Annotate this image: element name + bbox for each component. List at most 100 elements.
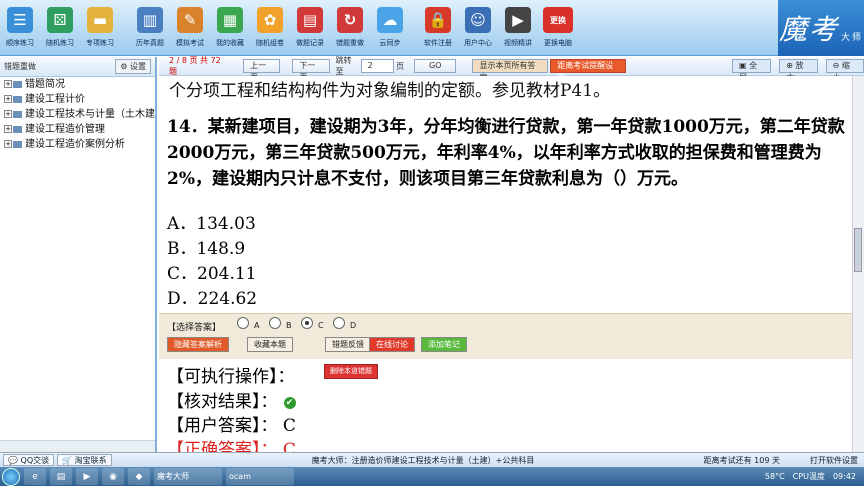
toolbar-books-button[interactable]: ▥ 历年真题	[130, 0, 170, 56]
hide-analysis-button[interactable]: 隐藏答案解析	[167, 337, 229, 352]
toolbar-computer-swap-button[interactable]: 更换 更换电脑	[538, 0, 578, 56]
user-answer-row: 【用户答案】： C	[167, 416, 296, 436]
main-toolbar: ☰ 顺序练习 ⚄ 随机练习 ▬ 专项练习 ▥ 历年真题 ✎ 模拟考试 ▦ 我的收藏 ✿ 随机组卷 ▤ 做题记录…	[0, 0, 864, 56]
left-horizontal-scrollbar[interactable]	[0, 440, 155, 452]
lock-icon: 🔒	[425, 7, 451, 33]
question-text: 14．某新建项目，建设期为3年，分年均衡进行贷款，第一年贷款1000万元，第二年…	[167, 117, 845, 189]
radio-c[interactable]	[301, 317, 313, 329]
pencil-icon: ✎	[177, 7, 203, 33]
tree-item[interactable]: + 建设工程技术与计量（土木建	[0, 107, 155, 122]
open-settings-link[interactable]: 打开软件设置	[810, 455, 858, 466]
user-icon: ☺	[465, 7, 491, 33]
grid-icon: ▦	[217, 7, 243, 33]
qq-chat-button[interactable]: 💬 QQ交谈	[3, 454, 55, 466]
radio-c-label: C	[318, 321, 324, 330]
ie-icon[interactable]: e	[24, 468, 46, 485]
category-tree: + 错题简况 + 建设工程计价 + 建设工程技术与计量（土木建 + 建设工程造价管理 + 建设工程…	[0, 77, 155, 152]
zoom-out-button[interactable]: ⊖ 缩小	[825, 59, 864, 82]
go-button[interactable]: GO	[413, 59, 457, 73]
delete-wrong-question-button[interactable]: 删除本道错题	[324, 364, 378, 379]
jump-page-input[interactable]: 2	[360, 59, 394, 73]
app-icon[interactable]: ◆	[128, 468, 150, 485]
toolbar-list-button[interactable]: ☰ 顺序练习	[0, 0, 40, 56]
question-content: 个分项工程和结构构件为对象编制的定额。参见教材P41。 14．某新建项目，建设期…	[159, 76, 852, 452]
toolbar-cloud-button[interactable]: ☁ 云同步	[370, 0, 410, 56]
cpu-temp: 58°C	[764, 472, 785, 481]
exam-reminder-button[interactable]: 距离考试提醒设置	[550, 59, 627, 82]
toolbar-flower-button[interactable]: ✿ 随机组卷	[250, 0, 290, 56]
toolbar-folder-button[interactable]: ▬ 专项练习	[80, 0, 120, 56]
toolbar-grid-button[interactable]: ▦ 我的收藏	[210, 0, 250, 56]
left-panel-header: 错题重做 ⚙ 设置	[0, 57, 155, 77]
page-info: 2 / 8 页 共 72 题	[169, 56, 221, 76]
toolbar-item-label: 视频精讲	[504, 39, 532, 47]
toolbar-item-label: 我的收藏	[216, 39, 244, 47]
toolbar-item-label: 随机组卷	[256, 39, 284, 47]
radio-b-label: B	[286, 321, 292, 330]
option-d: D．224.62	[167, 289, 258, 309]
tree-item[interactable]: + 建设工程造价管理	[0, 122, 155, 137]
expand-icon[interactable]: +	[4, 110, 12, 118]
expand-icon[interactable]: +	[4, 125, 12, 133]
flower-icon: ✿	[257, 7, 283, 33]
feedback-button[interactable]: 错题反馈	[325, 337, 371, 352]
add-note-button[interactable]: 添加笔记	[421, 337, 467, 352]
cpu-temp-label: CPU温度	[792, 472, 825, 481]
toolbar-item-label: 专项练习	[86, 39, 114, 47]
toolbar-item-label: 模拟考试	[176, 39, 204, 47]
fullscreen-button[interactable]: ▣ 全屏	[732, 59, 772, 82]
settings-button[interactable]: ⚙ 设置	[115, 59, 151, 74]
radio-b[interactable]	[269, 317, 281, 329]
browser-icon[interactable]: ◉	[102, 468, 124, 485]
zoom-in-button[interactable]: ⊕ 放大	[779, 59, 818, 82]
radio-a[interactable]	[237, 317, 249, 329]
toolbar-film-button[interactable]: ▶ 视频精讲	[498, 0, 538, 56]
folder-icon	[13, 125, 22, 133]
toolbar-pencil-button[interactable]: ✎ 模拟考试	[170, 0, 210, 56]
option-c: C．204.11	[167, 264, 257, 284]
dice-icon: ⚄	[47, 7, 73, 33]
next-page-button[interactable]: 下一页	[292, 59, 330, 82]
tree-item[interactable]: + 错题简况	[0, 77, 155, 92]
windows-taskbar: e ▤ ▶ ◉ ◆ 魔考大师 ocam 58°C CPU温度 09:42	[0, 467, 864, 486]
start-button[interactable]	[2, 467, 20, 486]
scrollbar-thumb[interactable]	[854, 228, 862, 272]
folder-icon[interactable]: ▤	[50, 468, 72, 485]
toolbar-calendar-redo-button[interactable]: ↻ 错题重做	[330, 0, 370, 56]
toolbar-calendar-button[interactable]: ▤ 做题记录	[290, 0, 330, 56]
calendar-redo-icon: ↻	[337, 7, 363, 33]
list-icon: ☰	[7, 7, 33, 33]
discuss-button[interactable]: 在线讨论	[369, 337, 415, 352]
tree-item[interactable]: + 建设工程造价案例分析	[0, 137, 155, 152]
radio-a-label: A	[254, 321, 260, 330]
answer-bar: 【选择答案】 A B C D 隐藏答案解析 收藏本题 错题反馈 在线讨论 添加笔记	[159, 313, 852, 359]
brand-logo: 魔考 大师	[778, 0, 864, 56]
folder-icon	[13, 80, 22, 88]
film-icon: ▶	[505, 7, 531, 33]
cloud-icon: ☁	[377, 7, 403, 33]
expand-icon[interactable]: +	[4, 95, 12, 103]
taskbar-app-mokao[interactable]: 魔考大师	[154, 468, 222, 485]
favorite-button[interactable]: 收藏本题	[247, 337, 293, 352]
tree-item[interactable]: + 建设工程计价	[0, 92, 155, 107]
previous-explanation-tail: 个分项工程和结构构件为对象编制的定额。参见教材P41。	[169, 81, 611, 101]
exam-countdown: 距离考试还有 109 天	[703, 455, 780, 465]
left-panel: 错题重做 ⚙ 设置 + 错题简况 + 建设工程计价 + 建设工程技术与计量（土木建 + 建设工…	[0, 57, 157, 452]
expand-icon[interactable]: +	[4, 80, 12, 88]
check-result-row: 【核对结果】： ✔	[167, 387, 296, 412]
toolbar-item-label: 做题记录	[296, 39, 324, 47]
toolbar-lock-button[interactable]: 🔒 软件注册	[418, 0, 458, 56]
clock: 09:42	[832, 472, 856, 481]
prev-page-button[interactable]: 上一页	[243, 59, 281, 82]
taobao-contact-button[interactable]: 🛒 淘宝联系	[57, 454, 112, 466]
user-answer-value: C	[282, 416, 296, 436]
toolbar-dice-button[interactable]: ⚄ 随机练习	[40, 0, 80, 56]
expand-icon[interactable]: +	[4, 140, 12, 148]
toolbar-user-button[interactable]: ☺ 用户中心	[458, 0, 498, 56]
taskbar-app-ocam[interactable]: ocam	[226, 468, 294, 485]
select-answer-label: 【选择答案】	[167, 323, 222, 333]
show-all-answers-button[interactable]: 显示本页所有答案	[472, 59, 549, 82]
radio-d[interactable]	[333, 317, 345, 329]
media-icon[interactable]: ▶	[76, 468, 98, 485]
correct-answer-row: 【正确答案】： C	[167, 435, 296, 452]
